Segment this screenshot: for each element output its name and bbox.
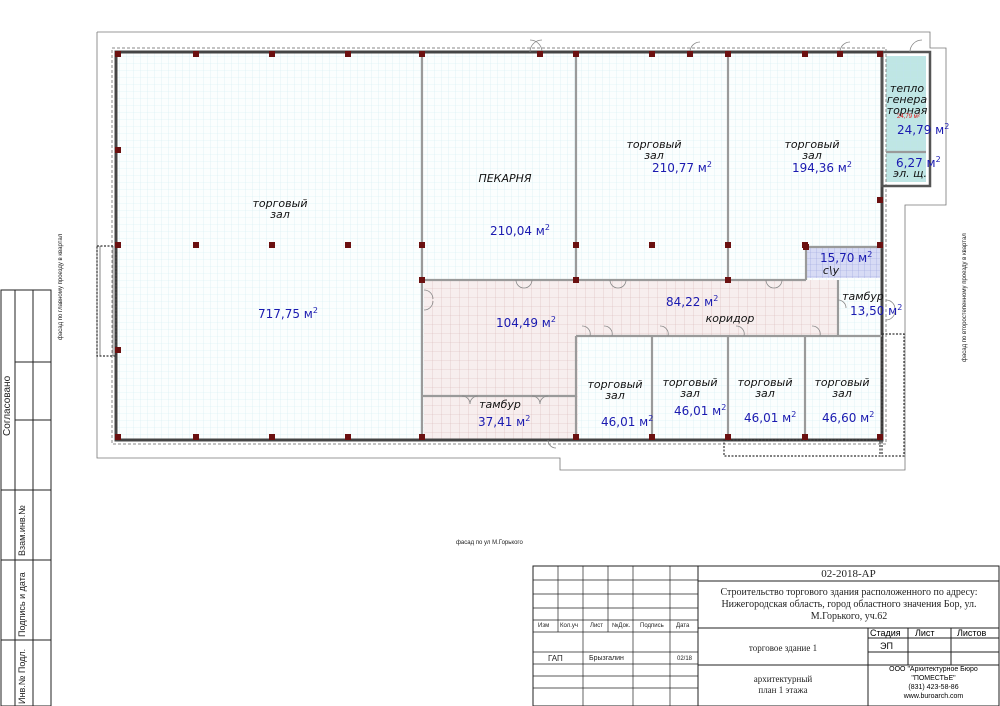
drawing-title: архитектурный план 1 этажа: [753, 674, 813, 695]
stage-value: ЭП: [880, 641, 893, 651]
project-code: 02-2018-АР: [821, 568, 876, 580]
org-line-1: ООО "Архитектурное Бюро: [889, 666, 978, 673]
project-description: Строительство торгового здания расположе…: [720, 587, 978, 622]
revision-header: Изм: [538, 623, 550, 629]
org-site: www.buroarch.com: [903, 693, 964, 700]
gap-name: Брызгалин: [589, 655, 624, 662]
building-name: торговое здание 1: [748, 643, 818, 653]
gap-label: ГАП: [548, 654, 563, 663]
sheet-header: Лист: [915, 628, 935, 638]
revision-header: Лист: [590, 623, 604, 629]
gap-date: 02/18: [677, 656, 693, 662]
revision-header: Дата: [676, 623, 690, 629]
revision-header: Подпись: [640, 623, 664, 629]
sheets-header: Листов: [957, 628, 987, 638]
revision-header: Кол.уч: [560, 623, 578, 629]
org-line-2: "ПОМЕСТЬЕ": [911, 675, 956, 682]
org-phone: (831) 423-58-86: [908, 684, 959, 691]
revision-header: №Док.: [612, 623, 631, 629]
stage-header: Стадия: [870, 628, 901, 638]
